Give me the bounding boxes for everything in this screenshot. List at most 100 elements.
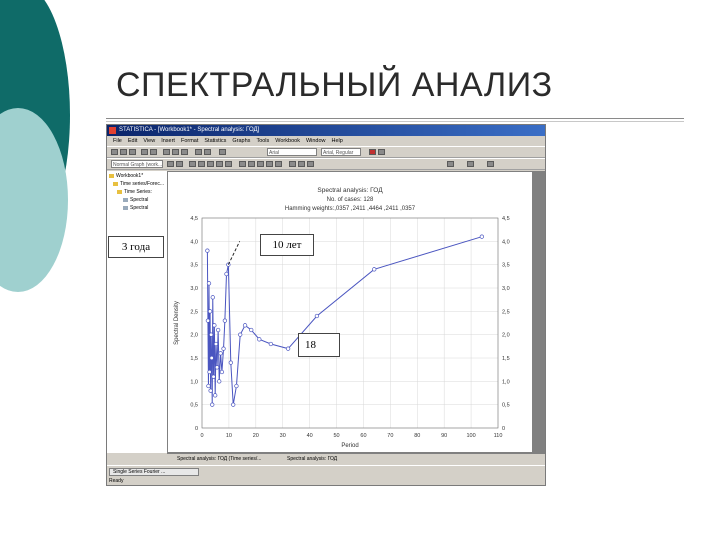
menu-item[interactable]: Tools bbox=[256, 138, 269, 144]
print-icon[interactable] bbox=[141, 149, 148, 155]
tree-leaf[interactable]: Spectral bbox=[123, 197, 148, 203]
x-tick-label: 0 bbox=[200, 433, 203, 439]
folder-icon bbox=[117, 189, 122, 194]
font-style-combo[interactable]: Arial, Regular bbox=[321, 148, 361, 156]
new-icon[interactable] bbox=[111, 149, 118, 155]
tree-root[interactable]: Workbook1* bbox=[109, 173, 143, 179]
undo-icon[interactable] bbox=[195, 149, 202, 155]
graph-tool-icon[interactable] bbox=[266, 161, 273, 167]
graph-tool-icon[interactable] bbox=[239, 161, 246, 167]
data-point bbox=[268, 341, 274, 347]
window-titlebar[interactable]: STATISTICA - [Workbook1* - Spectral anal… bbox=[107, 125, 545, 136]
data-point bbox=[231, 402, 236, 407]
save-icon[interactable] bbox=[129, 149, 136, 155]
y-tick-label-left: 0 bbox=[195, 426, 198, 432]
zoom-out-icon[interactable] bbox=[176, 161, 183, 167]
menu-item[interactable]: Graphs bbox=[232, 138, 250, 144]
data-point bbox=[209, 355, 214, 361]
graph-tool-icon[interactable] bbox=[257, 161, 264, 167]
y-tick-label-right: 0,5 bbox=[502, 403, 510, 409]
graph-tool-icon[interactable] bbox=[467, 161, 474, 167]
copy-icon[interactable] bbox=[172, 149, 179, 155]
open-icon[interactable] bbox=[120, 149, 127, 155]
preview-icon[interactable] bbox=[150, 149, 157, 155]
redo-icon[interactable] bbox=[204, 149, 211, 155]
color-icon[interactable] bbox=[369, 149, 376, 155]
menu-item[interactable]: Workbook bbox=[275, 138, 300, 144]
chart-subtitle: No. of cases: 128 bbox=[327, 197, 374, 203]
x-tick-label: 10 bbox=[226, 433, 232, 439]
graph-tool-icon[interactable] bbox=[447, 161, 454, 167]
x-tick-label: 80 bbox=[414, 433, 420, 439]
zoom-icon[interactable] bbox=[219, 149, 226, 155]
graph-tool-icon[interactable] bbox=[487, 161, 494, 167]
data-point bbox=[205, 248, 210, 253]
graph-tool-icon[interactable] bbox=[207, 161, 214, 167]
data-point bbox=[226, 262, 231, 267]
data-point bbox=[242, 323, 248, 328]
x-tick-label: 20 bbox=[253, 433, 259, 439]
menu-item[interactable]: File bbox=[113, 138, 122, 144]
graph-tool-icon[interactable] bbox=[275, 161, 282, 167]
data-point bbox=[217, 379, 222, 384]
menu-item[interactable]: Edit bbox=[128, 138, 137, 144]
data-point bbox=[221, 346, 226, 351]
doc-tab[interactable]: Spectral analysis: ГОД bbox=[287, 454, 337, 464]
data-point bbox=[205, 318, 211, 323]
data-point bbox=[224, 271, 229, 277]
graph-tool-icon[interactable] bbox=[189, 161, 196, 167]
document-tabs: Spectral analysis: ГОД (Time series/... … bbox=[167, 453, 545, 464]
data-point bbox=[208, 388, 213, 393]
series-line bbox=[206, 236, 482, 405]
graph-style-combo[interactable]: Normal Graph (work... bbox=[111, 160, 163, 168]
y-tick-label-left: 2,5 bbox=[190, 309, 198, 315]
y-tick-label-right: 1,5 bbox=[502, 356, 510, 362]
x-tick-label: 70 bbox=[387, 433, 393, 439]
graph-tool-icon[interactable] bbox=[248, 161, 255, 167]
graph-tool-icon[interactable] bbox=[298, 161, 305, 167]
graph-icon bbox=[123, 205, 128, 210]
menu-item[interactable]: Statistics bbox=[204, 138, 226, 144]
graph-tool-icon[interactable] bbox=[307, 161, 314, 167]
x-tick-label: 50 bbox=[333, 433, 339, 439]
data-point bbox=[222, 318, 228, 323]
font-combo[interactable]: Arial bbox=[267, 148, 317, 156]
y-tick-label-left: 2,0 bbox=[190, 333, 198, 339]
graph-tool-icon[interactable] bbox=[216, 161, 223, 167]
data-point bbox=[211, 374, 216, 379]
data-point bbox=[219, 369, 225, 375]
y-tick-label-left: 4,0 bbox=[190, 239, 198, 245]
chart-subtitle: Hamming weights:,0357 ,2411 ,4464 ,2411 … bbox=[285, 206, 416, 212]
menu-item[interactable]: Window bbox=[306, 138, 326, 144]
x-tick-label: 90 bbox=[441, 433, 447, 439]
menu-item[interactable]: Insert bbox=[161, 138, 175, 144]
doc-tab[interactable]: Spectral analysis: ГОД (Time series/... bbox=[177, 454, 261, 464]
graph-icon bbox=[123, 197, 128, 202]
cut-icon[interactable] bbox=[163, 149, 170, 155]
tree-node[interactable]: Time series/Forec... bbox=[113, 181, 164, 187]
graph-tool-icon[interactable] bbox=[198, 161, 205, 167]
data-point bbox=[206, 383, 211, 389]
y-tick-label-right: 4,5 bbox=[502, 216, 510, 222]
annotation-10-years: 10 лет bbox=[260, 234, 314, 256]
tree-node[interactable]: Time Series: bbox=[117, 189, 152, 195]
vertical-scrollbar[interactable] bbox=[533, 171, 545, 453]
help-icon[interactable] bbox=[378, 149, 385, 155]
y-tick-label-left: 0,5 bbox=[190, 403, 198, 409]
menu-item[interactable]: Help bbox=[332, 138, 343, 144]
standard-toolbar: Arial Arial, Regular bbox=[107, 146, 545, 158]
title-divider bbox=[106, 118, 684, 119]
graph-tool-icon[interactable] bbox=[225, 161, 232, 167]
menu-item[interactable]: View bbox=[143, 138, 155, 144]
graph-window: Spectral analysis: ГОД No. of cases: 128 H… bbox=[167, 171, 533, 453]
status-bar: Ready bbox=[109, 478, 124, 484]
zoom-in-icon[interactable] bbox=[167, 161, 174, 167]
menu-bar: File Edit View Insert Format Statistics Graphs… bbox=[107, 136, 545, 146]
menu-item[interactable]: Format bbox=[181, 138, 198, 144]
y-tick-label-left: 3,5 bbox=[190, 263, 198, 269]
data-point bbox=[210, 295, 215, 300]
graph-tool-icon[interactable] bbox=[289, 161, 296, 167]
tree-leaf[interactable]: Spectral bbox=[123, 205, 148, 211]
taskbar-item[interactable]: Single Series Fourier ... bbox=[109, 468, 199, 476]
paste-icon[interactable] bbox=[181, 149, 188, 155]
